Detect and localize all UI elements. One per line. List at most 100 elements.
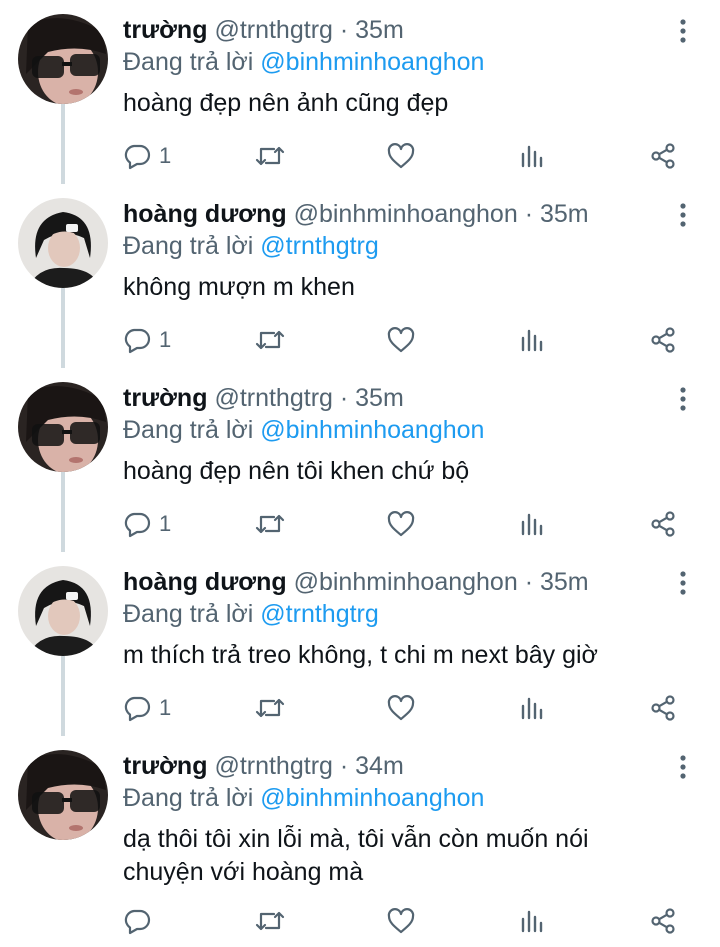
tweet-text: dạ thôi tôi xin lỗi mà, tôi vẫn còn muốn… xyxy=(123,825,589,886)
reply-button[interactable]: 1 xyxy=(123,688,171,728)
retweet-button[interactable] xyxy=(254,136,286,176)
display-name[interactable]: hoàng dương xyxy=(123,568,287,596)
avatar[interactable] xyxy=(18,14,108,104)
display-name[interactable]: trường xyxy=(123,16,207,44)
user-handle[interactable]: @trnthgtrg xyxy=(214,384,332,412)
display-name[interactable]: trường xyxy=(123,384,207,412)
timestamp[interactable]: 35m xyxy=(355,384,404,412)
share-button[interactable] xyxy=(649,320,677,360)
tweet-4[interactable]: hoàng dương @binhminhoanghon · 35m Đang … xyxy=(0,552,720,736)
display-name[interactable]: hoàng dương xyxy=(123,200,287,228)
like-button[interactable] xyxy=(386,688,416,728)
reply-bubble-icon xyxy=(124,909,151,935)
replying-to: Đang trả lời @trnthgtrg xyxy=(123,230,379,262)
separator: · xyxy=(524,200,534,228)
tweet-3[interactable]: trường @trnthgtrg · 35m Đang trả lời @bi… xyxy=(0,368,720,552)
analytics-bars-icon xyxy=(521,697,543,720)
share-button[interactable] xyxy=(649,901,677,941)
retweet-button[interactable] xyxy=(254,320,286,360)
retweet-icon xyxy=(255,514,285,534)
separator: · xyxy=(339,752,349,780)
display-name[interactable]: trường xyxy=(123,752,207,780)
reply-bubble-icon xyxy=(124,144,151,170)
more-vertical-dots-icon[interactable] xyxy=(672,754,694,780)
reply-count: 1 xyxy=(159,695,172,720)
share-button[interactable] xyxy=(649,136,677,176)
reply-bubble-icon xyxy=(124,328,151,354)
share-button[interactable] xyxy=(649,688,677,728)
retweet-icon xyxy=(255,146,285,166)
replying-label: Đang trả lời xyxy=(123,232,254,260)
tweet-actions xyxy=(123,901,693,941)
like-button[interactable] xyxy=(386,901,416,941)
reply-count: 1 xyxy=(159,327,172,352)
analytics-bars-icon xyxy=(521,329,543,352)
replying-label: Đang trả lời xyxy=(123,600,254,628)
heart-icon xyxy=(387,908,415,934)
retweet-button[interactable] xyxy=(254,504,286,544)
user-handle[interactable]: @binhminhoanghon xyxy=(294,200,518,228)
reply-mention[interactable]: @binhminhoanghon xyxy=(260,48,484,76)
like-button[interactable] xyxy=(386,320,416,360)
tweet-1[interactable]: trường @trnthgtrg · 35m Đang trả lời @bi… xyxy=(0,0,720,184)
reply-button[interactable] xyxy=(123,901,159,941)
tweet-actions: 1 xyxy=(123,688,693,728)
views-button[interactable] xyxy=(519,320,545,360)
replying-label: Đang trả lời xyxy=(123,416,254,444)
avatar[interactable] xyxy=(18,198,108,288)
more-vertical-dots-icon[interactable] xyxy=(672,570,694,596)
share-button[interactable] xyxy=(649,504,677,544)
replying-label: Đang trả lời xyxy=(123,784,254,812)
retweet-icon xyxy=(255,330,285,350)
views-button[interactable] xyxy=(519,901,545,941)
reply-mention[interactable]: @binhminhoanghon xyxy=(260,416,484,444)
heart-icon xyxy=(387,327,415,353)
reply-mention[interactable]: @trnthgtrg xyxy=(260,600,378,628)
retweet-icon xyxy=(255,698,285,718)
retweet-button[interactable] xyxy=(254,901,286,941)
tweet-text: hoàng đẹp nên ảnh cũng đẹp xyxy=(123,89,449,117)
reply-button[interactable]: 1 xyxy=(123,320,171,360)
timestamp[interactable]: 34m xyxy=(355,752,404,780)
reply-mention[interactable]: @binhminhoanghon xyxy=(260,784,484,812)
more-vertical-dots-icon[interactable] xyxy=(672,386,694,412)
reply-button[interactable]: 1 xyxy=(123,504,171,544)
user-handle[interactable]: @binhminhoanghon xyxy=(294,568,518,596)
reply-bubble-icon xyxy=(124,512,151,538)
avatar[interactable] xyxy=(18,750,108,840)
more-vertical-dots-icon[interactable] xyxy=(672,18,694,44)
thread-line xyxy=(61,104,65,184)
replying-to: Đang trả lời @binhminhoanghon xyxy=(123,414,484,446)
avatar[interactable] xyxy=(18,566,108,656)
reply-bubble-icon xyxy=(124,696,151,722)
tweet-5[interactable]: trường @trnthgtrg · 34m Đang trả lời @bi… xyxy=(0,736,720,947)
share-icon xyxy=(651,695,675,721)
more-vertical-dots-icon[interactable] xyxy=(672,202,694,228)
analytics-bars-icon xyxy=(521,910,543,933)
tweet-text: hoàng đẹp nên tôi khen chứ bộ xyxy=(123,457,470,485)
reply-button[interactable]: 1 xyxy=(123,136,171,176)
views-button[interactable] xyxy=(519,504,545,544)
tweet-text: m thích trả treo không, t chi m next bây… xyxy=(123,641,598,669)
tweet-header: trường @trnthgtrg · 34m xyxy=(123,750,404,782)
timestamp[interactable]: 35m xyxy=(540,568,589,596)
timestamp[interactable]: 35m xyxy=(540,200,589,228)
user-handle[interactable]: @trnthgtrg xyxy=(214,752,332,780)
tweet-actions: 1 xyxy=(123,136,693,176)
analytics-bars-icon xyxy=(521,513,543,536)
avatar[interactable] xyxy=(18,382,108,472)
retweet-button[interactable] xyxy=(254,688,286,728)
like-button[interactable] xyxy=(386,504,416,544)
timestamp[interactable]: 35m xyxy=(355,16,404,44)
user-handle[interactable]: @trnthgtrg xyxy=(214,16,332,44)
tweet-header: hoàng dương @binhminhoanghon · 35m xyxy=(123,198,589,230)
views-button[interactable] xyxy=(519,688,545,728)
reply-count: 1 xyxy=(159,511,172,536)
like-button[interactable] xyxy=(386,136,416,176)
thread-line xyxy=(61,656,65,736)
tweet-2[interactable]: hoàng dương @binhminhoanghon · 35m Đang … xyxy=(0,184,720,368)
retweet-icon xyxy=(255,911,285,931)
reply-mention[interactable]: @trnthgtrg xyxy=(260,232,378,260)
views-button[interactable] xyxy=(519,136,545,176)
separator: · xyxy=(524,568,534,596)
